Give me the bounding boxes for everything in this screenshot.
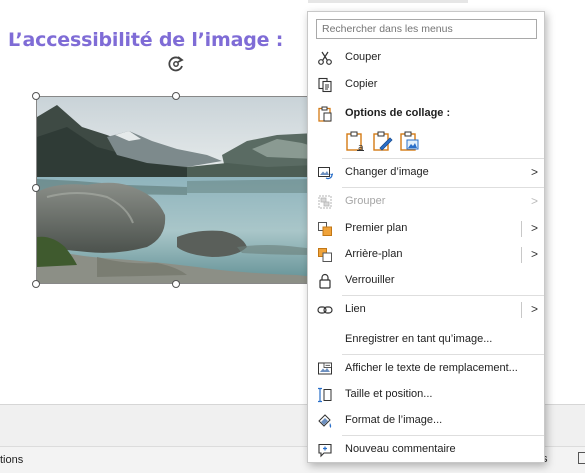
menu-item-cut[interactable]: Couper xyxy=(308,46,544,70)
menu-item-label: Grouper xyxy=(345,195,386,207)
menu-item-label: Couper xyxy=(345,51,382,63)
menu-separator xyxy=(342,435,544,436)
paste-edit-icon[interactable] xyxy=(372,130,394,152)
resize-handle-middle-left[interactable] xyxy=(32,184,40,192)
status-bar-text: tions xyxy=(0,454,24,466)
send-backward-icon xyxy=(317,247,333,263)
resize-handle-top-center[interactable] xyxy=(172,92,180,100)
clipboard-icon xyxy=(317,106,333,122)
menu-item-label: Enregistrer en tant qu’image... xyxy=(345,333,493,345)
comment-icon xyxy=(317,442,333,458)
split-divider xyxy=(521,247,522,263)
menu-separator xyxy=(342,187,544,188)
menu-item-label: Copier xyxy=(345,78,378,90)
menu-item-alt-text[interactable]: Afficher le texte de remplacement... xyxy=(308,357,544,381)
submenu-arrow-icon: > xyxy=(530,165,538,179)
submenu-arrow-icon[interactable]: > xyxy=(531,302,538,316)
view-normal-icon[interactable] xyxy=(578,452,585,464)
group-icon xyxy=(317,194,333,210)
menu-item-label: Format de l’image... xyxy=(345,414,443,426)
menu-search-input[interactable] xyxy=(316,19,537,39)
menu-separator xyxy=(342,158,544,159)
format-picture-icon xyxy=(317,413,333,429)
scissors-icon xyxy=(317,50,333,66)
menu-separator xyxy=(342,295,544,296)
paste-keep-text-icon[interactable]: a xyxy=(345,130,367,153)
rotate-handle-icon[interactable] xyxy=(166,54,186,74)
ribbon-edge xyxy=(308,0,468,3)
split-divider xyxy=(521,221,522,237)
menu-item-change-picture[interactable]: Changer d’image > xyxy=(308,161,544,185)
alt-text-icon xyxy=(317,361,333,377)
paste-picture-icon[interactable] xyxy=(399,130,421,152)
menu-item-bring-forward[interactable]: Premier plan > xyxy=(308,217,544,241)
menu-item-label: Verrouiller xyxy=(345,274,395,286)
resize-handle-bottom-center[interactable] xyxy=(172,280,180,288)
submenu-arrow-icon[interactable]: > xyxy=(531,247,538,261)
lock-icon xyxy=(317,273,333,289)
menu-item-copy[interactable]: Copier xyxy=(308,73,544,97)
menu-item-size-position[interactable]: Taille et position... xyxy=(308,383,544,407)
menu-item-new-comment[interactable]: Nouveau commentaire xyxy=(308,438,544,462)
menu-item-lock[interactable]: Verrouiller xyxy=(308,269,544,293)
menu-item-group: Grouper > xyxy=(308,190,544,214)
link-icon xyxy=(317,302,333,318)
copy-icon xyxy=(317,77,333,93)
slide-title[interactable]: L’accessibilité de l’image : xyxy=(8,29,283,51)
menu-item-label: Afficher le texte de remplacement... xyxy=(345,362,518,374)
menu-item-label: Changer d’image xyxy=(345,166,429,178)
resize-handle-top-left[interactable] xyxy=(32,92,40,100)
lake-landscape-picture[interactable] xyxy=(36,96,314,284)
menu-item-save-as-picture[interactable]: Enregistrer en tant qu’image... xyxy=(308,328,544,352)
change-picture-icon xyxy=(317,165,334,181)
menu-separator xyxy=(342,354,544,355)
menu-item-format-picture[interactable]: Format de l’image... xyxy=(308,409,544,433)
menu-item-label: Taille et position... xyxy=(345,388,433,400)
paste-options-header: Options de collage : xyxy=(308,102,544,124)
submenu-arrow-icon: > xyxy=(530,194,538,208)
context-menu: Couper Copier Options de collage : a xyxy=(307,11,545,463)
split-divider xyxy=(521,302,522,318)
menu-item-label: Premier plan xyxy=(345,222,408,234)
menu-item-label: Nouveau commentaire xyxy=(345,443,456,455)
bring-forward-icon xyxy=(317,221,333,237)
resize-handle-bottom-left[interactable] xyxy=(32,280,40,288)
submenu-arrow-icon[interactable]: > xyxy=(531,221,538,235)
size-position-icon xyxy=(317,387,333,403)
menu-item-send-backward[interactable]: Arrière-plan > xyxy=(308,243,544,267)
menu-item-label: Arrière-plan xyxy=(345,248,403,260)
menu-item-link[interactable]: Lien > xyxy=(308,298,544,322)
menu-item-label: Lien xyxy=(345,303,366,315)
menu-item-label: Options de collage : xyxy=(345,107,451,119)
